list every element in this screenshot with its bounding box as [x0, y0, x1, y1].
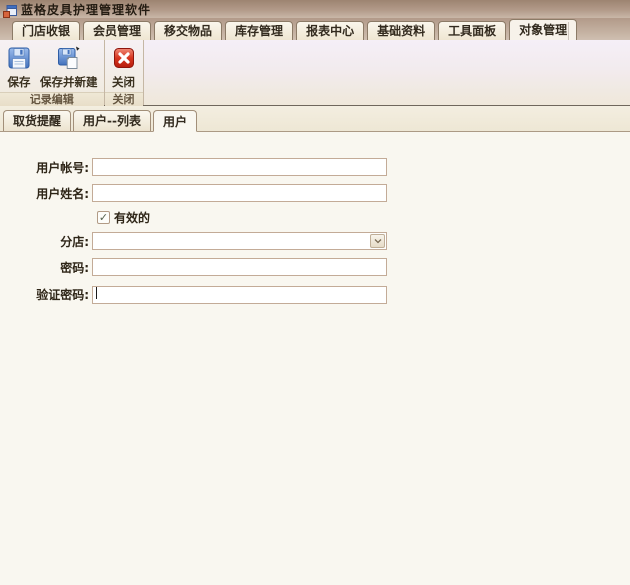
branch-combobox[interactable] — [92, 232, 387, 250]
save-and-new-button[interactable]: 保存并新建 — [36, 42, 102, 92]
form-row-user-account: 用户帐号: — [0, 158, 630, 176]
save-new-icon — [56, 45, 82, 71]
close-icon — [111, 45, 137, 71]
active-checkbox-label: 有效的 — [114, 209, 150, 226]
user-account-input[interactable] — [92, 158, 387, 176]
form-row-user-name: 用户姓名: — [0, 184, 630, 202]
subtab-pickup-reminder[interactable]: 取货提醒 — [3, 110, 71, 131]
password-input[interactable] — [92, 258, 387, 276]
user-name-input[interactable] — [92, 184, 387, 202]
confirm-password-label: 验证密码: — [0, 286, 92, 303]
ribbon-group-close: 关闭 关闭 — [105, 40, 144, 105]
tab-store-cashier[interactable]: 门店收银 — [12, 21, 80, 40]
subtab-user-list[interactable]: 用户--列表 — [73, 110, 151, 131]
save-and-new-button-label: 保存并新建 — [40, 74, 98, 90]
branch-label: 分店: — [0, 233, 92, 250]
tab-object-management[interactable]: 对象管理 — [509, 19, 577, 40]
save-button[interactable]: 保存 — [2, 42, 36, 92]
ribbon-group-label-close: 关闭 — [105, 92, 143, 106]
form-panel: 用户帐号: 用户姓名: ✓ 有效的 分店: 密码: 验证密码: — [0, 132, 630, 304]
form-row-password: 密码: — [0, 258, 630, 276]
form-row-branch: 分店: — [0, 232, 630, 250]
user-name-label: 用户姓名: — [0, 185, 92, 202]
titlebar: 蓝格皮具护理管理软件 — [0, 0, 630, 18]
branch-dropdown-button[interactable] — [370, 234, 385, 248]
ribbon-group-label-record-edit: 记录编辑 — [0, 92, 104, 106]
tab-transfer-items[interactable]: 移交物品 — [154, 21, 222, 40]
save-icon — [6, 45, 32, 71]
form-row-active: ✓ 有效的 — [97, 210, 630, 224]
close-button[interactable]: 关闭 — [107, 42, 141, 92]
confirm-password-input[interactable] — [92, 286, 387, 304]
tab-report-center[interactable]: 报表中心 — [296, 21, 364, 40]
main-tab-bar: 门店收银 会员管理 移交物品 库存管理 报表中心 基础资料 工具面板 对象管理 — [0, 18, 630, 40]
tab-basic-data[interactable]: 基础资料 — [367, 21, 435, 40]
active-checkbox[interactable]: ✓ — [97, 211, 110, 224]
tab-inventory[interactable]: 库存管理 — [225, 21, 293, 40]
sub-tab-bar: 取货提醒 用户--列表 用户 — [0, 106, 630, 132]
tab-member-management[interactable]: 会员管理 — [83, 21, 151, 40]
ribbon: 保存 — [0, 40, 630, 106]
ribbon-empty-area — [144, 40, 630, 105]
tab-tool-panel[interactable]: 工具面板 — [438, 21, 506, 40]
chevron-down-icon — [374, 239, 382, 244]
window-title: 蓝格皮具护理管理软件 — [21, 1, 151, 18]
user-account-label: 用户帐号: — [0, 159, 92, 176]
subtab-user[interactable]: 用户 — [153, 110, 197, 132]
close-button-label: 关闭 — [112, 74, 135, 90]
form-row-confirm-password: 验证密码: — [0, 284, 630, 304]
password-label: 密码: — [0, 259, 92, 276]
app-icon — [3, 3, 17, 16]
tabbar-divider — [568, 22, 569, 40]
save-button-label: 保存 — [8, 74, 31, 90]
text-caret — [96, 287, 97, 299]
ribbon-group-record-edit: 保存 — [0, 40, 105, 105]
